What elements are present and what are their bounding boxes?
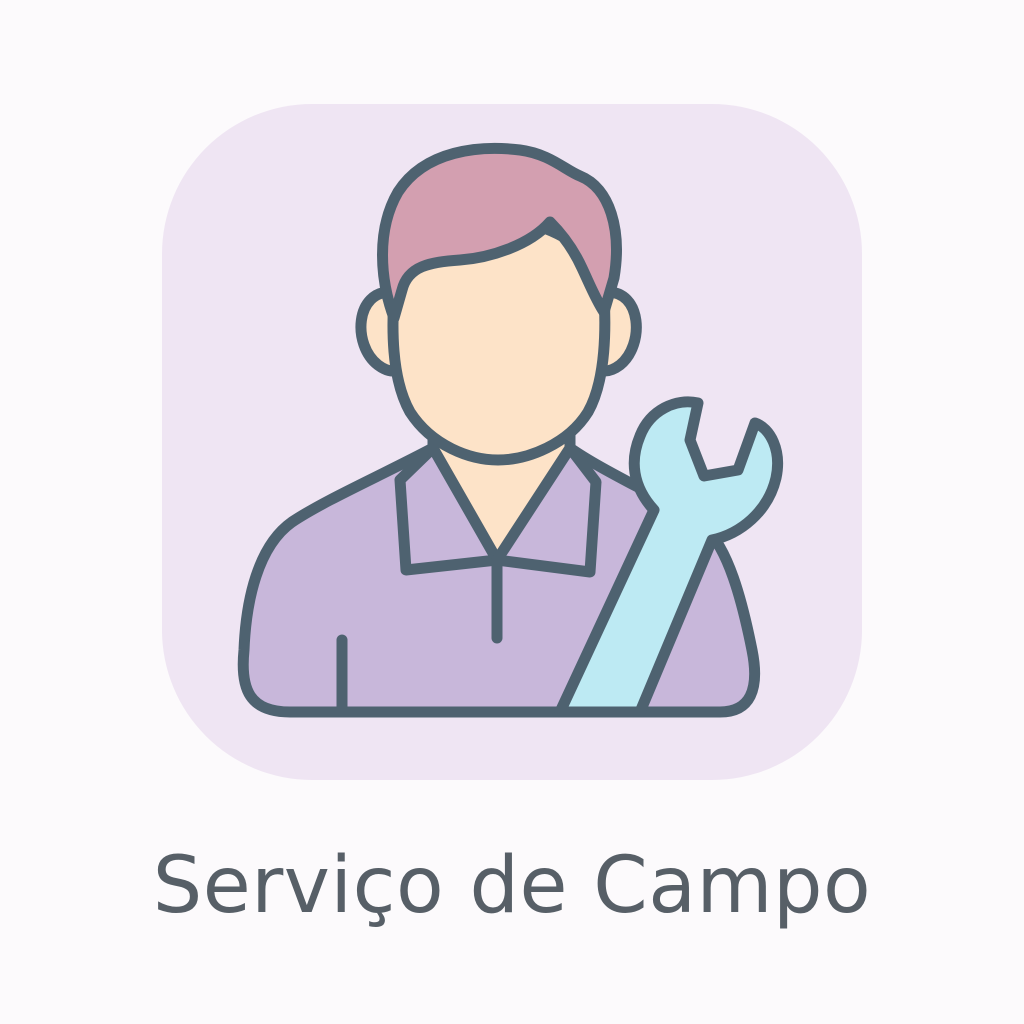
app-label[interactable]: Serviço de Campo <box>0 836 1024 936</box>
